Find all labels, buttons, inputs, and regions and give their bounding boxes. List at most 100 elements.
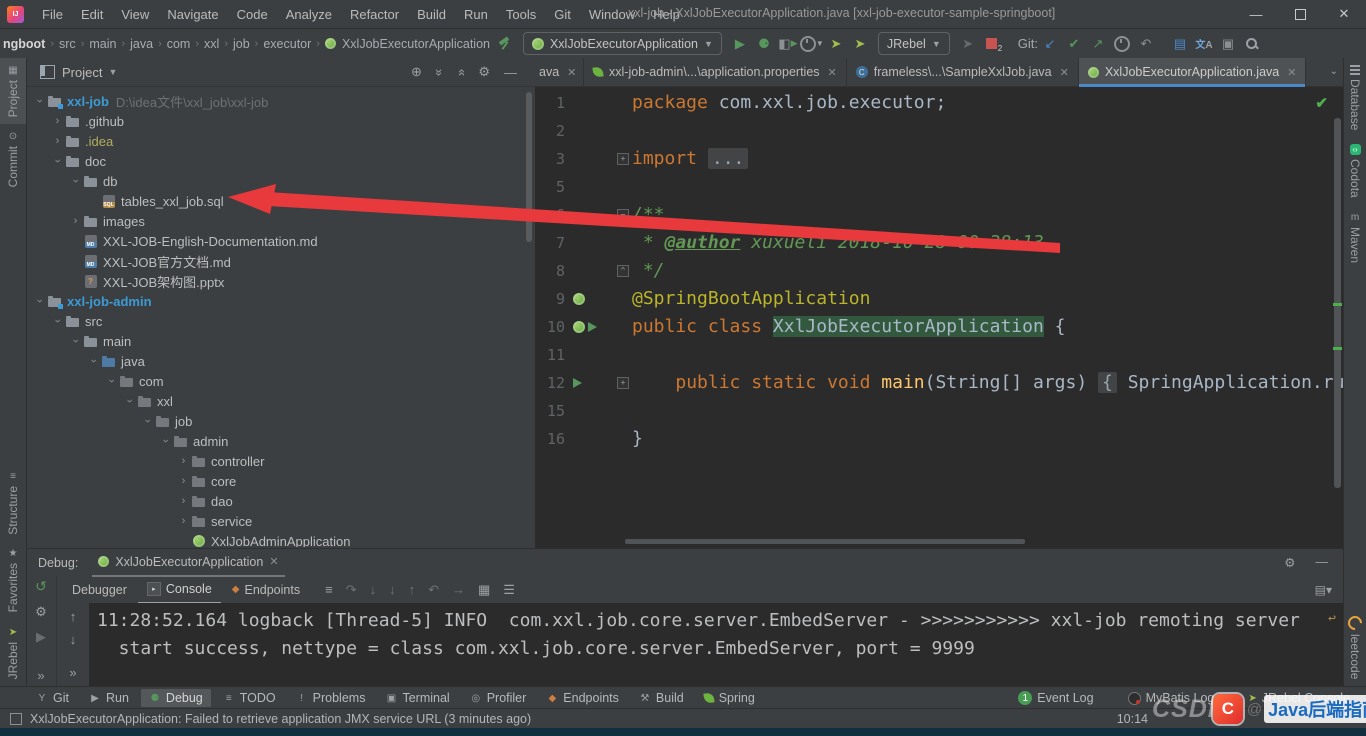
- tree-item-com[interactable]: › com: [26, 371, 535, 391]
- close-icon[interactable]: ✕: [1060, 66, 1069, 79]
- tree-chevron-icon[interactable]: ›: [124, 394, 136, 409]
- tree-item-src[interactable]: › src: [26, 311, 535, 331]
- tree-item-.github[interactable]: › .github: [26, 111, 535, 131]
- tree-chevron-icon[interactable]: ›: [70, 174, 82, 189]
- tree-chevron-icon[interactable]: ›: [176, 475, 191, 487]
- code-line-8[interactable]: 8 ^ */: [535, 257, 1344, 285]
- menu-git[interactable]: Git: [545, 3, 580, 26]
- tree-item-XXL-JOB-English-Documentation.md[interactable]: MD XXL-JOB-English-Documentation.md: [26, 231, 535, 251]
- build-hammer-icon[interactable]: [493, 33, 517, 55]
- toolwindow-tab-endpoints[interactable]: ◆ Endpoints: [538, 689, 627, 707]
- breadcrumb-item[interactable]: executor: [260, 37, 314, 51]
- terminal-window-icon[interactable]: ▣: [1216, 33, 1240, 55]
- run-gutter-icon[interactable]: [573, 378, 582, 388]
- editor-horizontal-scrollbar[interactable]: [625, 539, 1025, 544]
- menu-run[interactable]: Run: [455, 3, 497, 26]
- minimize-icon[interactable]: —: [1234, 0, 1278, 28]
- editor-tab-frameless-...-SampleXxlJob.java[interactable]: Cframeless\...\SampleXxlJob.java ✕: [847, 58, 1079, 86]
- tree-item-db[interactable]: › db: [26, 171, 535, 191]
- editor-tab-xxl-job-admin-...-application.properties[interactable]: xxl-job-admin\...\application.properties…: [584, 58, 847, 86]
- tree-item-tables_xxl_job.sql[interactable]: SQL tables_xxl_job.sql: [26, 191, 535, 211]
- tool-stripe-structure[interactable]: ≡ Structure: [6, 464, 20, 542]
- tool-stripe-codota[interactable]: ‹› Codota: [1348, 137, 1362, 205]
- layout-icon[interactable]: ☰: [503, 582, 515, 598]
- tree-item-images[interactable]: › images: [26, 211, 535, 231]
- close-icon[interactable]: ✕: [567, 66, 576, 79]
- tool-stripe-favorites[interactable]: ★ Favorites: [6, 541, 20, 619]
- debug-tab-endpoints[interactable]: ◆ Endpoints: [223, 576, 309, 603]
- git-commit-icon[interactable]: ✔: [1062, 33, 1086, 55]
- breadcrumb-item[interactable]: XxlJobExecutorApplication: [339, 37, 493, 51]
- rollback-icon[interactable]: ↶: [1134, 33, 1158, 55]
- tree-chevron-icon[interactable]: ›: [106, 374, 118, 389]
- menu-edit[interactable]: Edit: [72, 3, 112, 26]
- rerun-icon[interactable]: ↺: [35, 578, 47, 595]
- code-line-5[interactable]: 5: [535, 173, 1344, 201]
- tree-item-xxl[interactable]: › xxl: [26, 391, 535, 411]
- toolwindow-tab-todo[interactable]: ≡ TODO: [215, 689, 284, 707]
- tool-stripe-commit[interactable]: ⊙ Commit: [6, 124, 20, 194]
- fold-marker-icon[interactable]: −: [617, 209, 629, 221]
- fold-marker-icon[interactable]: ^: [617, 265, 629, 277]
- tree-item-doc[interactable]: › doc: [26, 151, 535, 171]
- up-stack-icon[interactable]: ↑: [70, 609, 77, 624]
- tree-chevron-icon[interactable]: ›: [52, 314, 64, 329]
- down-stack-icon[interactable]: ↓: [70, 632, 77, 647]
- toolwindow-tab-git[interactable]: Y Git: [28, 689, 77, 707]
- code-line-11[interactable]: 11: [535, 341, 1344, 369]
- locate-file-icon[interactable]: ⊕: [411, 64, 422, 80]
- hide-panel-icon[interactable]: —: [504, 65, 517, 80]
- translate-icon[interactable]: 文A: [1192, 33, 1216, 55]
- tree-chevron-icon[interactable]: ›: [176, 455, 191, 467]
- tree-item-controller[interactable]: › controller: [26, 451, 535, 471]
- breadcrumb-item[interactable]: src: [56, 37, 79, 51]
- tree-chevron-icon[interactable]: ›: [50, 135, 65, 147]
- tree-item-XxlJobAdminApplication[interactable]: XxlJobAdminApplication: [26, 531, 535, 547]
- breadcrumb-item[interactable]: com: [164, 37, 194, 51]
- jrebel-select[interactable]: JRebel ▼: [877, 32, 950, 55]
- inspections-ok-icon[interactable]: ✔: [1315, 94, 1328, 112]
- jrebel-run-icon[interactable]: ➤: [824, 33, 848, 55]
- menu-tools[interactable]: Tools: [497, 3, 545, 26]
- code-line-7[interactable]: 7 * @author xuxueli 2018-10-28 00:38:13: [535, 229, 1344, 257]
- toolwindow-tab-build[interactable]: ⚒ Build: [631, 689, 692, 707]
- tree-item-core[interactable]: › core: [26, 471, 535, 491]
- tree-item-XXL-JOB-.pptx[interactable]: ? XXL-JOB架构图.pptx: [26, 271, 535, 291]
- menu-navigate[interactable]: Navigate: [158, 3, 227, 26]
- code-line-9[interactable]: 9 @SpringBootApplication: [535, 285, 1344, 313]
- evaluate-icon[interactable]: ▦: [478, 582, 490, 598]
- editor-tab-XxlJobExecutorApplication.java[interactable]: XxlJobExecutorApplication.java ✕: [1078, 58, 1307, 87]
- close-icon[interactable]: ✕: [269, 555, 278, 568]
- gear-icon[interactable]: ⚙: [478, 64, 490, 80]
- tree-item-service[interactable]: › service: [26, 511, 535, 531]
- tree-chevron-icon[interactable]: ›: [176, 515, 191, 527]
- tree-item-XXL-JOB-.md[interactable]: MD XXL-JOB官方文档.md: [26, 251, 535, 271]
- debug-button[interactable]: ⚈: [752, 33, 776, 55]
- close-icon[interactable]: ✕: [1287, 66, 1296, 79]
- code-line-16[interactable]: 16}: [535, 425, 1344, 453]
- tree-chevron-icon[interactable]: ›: [68, 215, 83, 227]
- toolwindow-tab-terminal[interactable]: ▣ Terminal: [377, 689, 457, 707]
- close-icon[interactable]: ✕: [1322, 0, 1366, 28]
- jrebel-debug-icon[interactable]: ➤: [848, 33, 872, 55]
- code-line-3[interactable]: 3 + import ...: [535, 145, 1344, 173]
- spring-bean-icon[interactable]: [573, 321, 585, 333]
- run-configuration-select[interactable]: XxlJobExecutorApplication ▼: [522, 32, 722, 55]
- tool-stripe-database[interactable]: Database: [1348, 58, 1362, 137]
- tool-stripe-leetcode[interactable]: leetcode: [1345, 609, 1365, 686]
- tool-stripe-jrebel[interactable]: ➤ JRebel: [6, 620, 20, 686]
- project-panel-title[interactable]: Project: [62, 65, 102, 80]
- debug-tab-debugger[interactable]: Debugger: [63, 576, 136, 603]
- debug-session-tab[interactable]: XxlJobExecutorApplication ✕: [92, 548, 285, 577]
- breadcrumb-item[interactable]: xxl: [201, 37, 222, 51]
- toolwindow-tab-event-log[interactable]: 1 Event Log: [1010, 689, 1101, 707]
- code-editor[interactable]: 1 package com.xxl.job.executor; 2 3 + import …: [535, 87, 1344, 543]
- menu-view[interactable]: View: [112, 3, 158, 26]
- code-line-10[interactable]: 10 public class XxlJobExecutorApplication…: [535, 313, 1344, 341]
- breadcrumb-item[interactable]: job: [230, 37, 253, 51]
- tree-chevron-icon[interactable]: ›: [142, 414, 154, 429]
- tree-item-dao[interactable]: › dao: [26, 491, 535, 511]
- close-icon[interactable]: ✕: [828, 66, 837, 79]
- toolwindow-tab-spring[interactable]: Spring: [696, 689, 763, 707]
- more-icon[interactable]: »: [69, 665, 76, 680]
